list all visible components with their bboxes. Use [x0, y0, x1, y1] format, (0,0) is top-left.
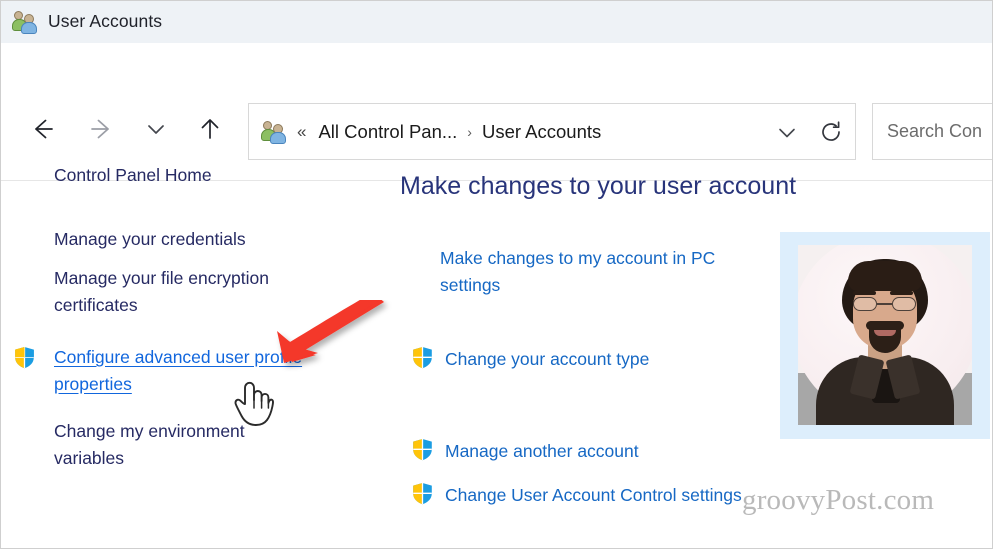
arrow-right-icon	[91, 119, 109, 139]
window-title-bar: User Accounts	[0, 0, 993, 43]
avatar	[798, 245, 972, 425]
sidebar: Control Panel Home Manage your credentia…	[0, 150, 390, 549]
avatar-glasses	[852, 297, 918, 311]
main-link-label: Change your account type	[445, 349, 650, 369]
sidebar-item-label: Change my environment variables	[54, 421, 245, 468]
shield-icon	[412, 346, 433, 374]
watermark: groovyPost.com	[742, 484, 935, 516]
sidebar-item-label: Manage your file encryption certificates	[54, 268, 269, 315]
main-link-label: Make changes to my account in PC setting…	[440, 248, 716, 295]
forward-button[interactable]	[84, 111, 120, 147]
sidebar-item-control-panel-home[interactable]: Control Panel Home	[54, 162, 212, 189]
link-change-your-account-type[interactable]: Change your account type	[412, 346, 649, 374]
arrow-left-icon	[35, 119, 53, 139]
users-icon	[12, 10, 38, 34]
shield-icon	[14, 346, 35, 374]
recent-locations-button[interactable]	[138, 111, 174, 147]
window-title: User Accounts	[48, 11, 163, 31]
sidebar-item-manage-your-credentials[interactable]: Manage your credentials	[54, 226, 246, 253]
link-manage-another-account[interactable]: Manage another account	[412, 438, 639, 466]
account-picture-frame	[780, 232, 990, 439]
refresh-icon	[822, 120, 840, 141]
breadcrumb-item-all-control-panel[interactable]: All Control Pan...	[318, 121, 457, 143]
avatar-mouth	[874, 330, 896, 336]
up-button[interactable]	[192, 111, 228, 147]
chevron-down-icon	[779, 128, 795, 137]
chevron-down-icon	[148, 125, 164, 134]
sidebar-item-label: Control Panel Home	[54, 165, 212, 185]
sidebar-item-label: Configure advanced user profile properti…	[54, 347, 303, 394]
avatar-eyebrow-left	[853, 291, 876, 295]
breadcrumb-separator-icon[interactable]: ›	[467, 124, 472, 140]
arrow-up-icon	[201, 119, 219, 139]
avatar-mustache	[866, 321, 904, 330]
sidebar-item-label: Manage your credentials	[54, 229, 246, 249]
page-title: Make changes to your user account	[400, 172, 797, 200]
address-users-icon	[261, 120, 287, 144]
shield-icon	[412, 438, 433, 466]
refresh-button[interactable]	[807, 112, 855, 152]
sidebar-item-manage-file-encryption-certificates[interactable]: Manage your file encryption certificates	[54, 265, 304, 319]
breadcrumb-item-user-accounts[interactable]: User Accounts	[482, 121, 601, 143]
search-input[interactable]: Search Con	[887, 121, 982, 142]
control-panel-window: User Accounts « All Control Pan... › Use…	[0, 0, 993, 549]
avatar-eyebrow-right	[890, 291, 913, 295]
navigation-toolbar: « All Control Pan... › User Accounts Sea…	[0, 43, 993, 181]
shield-icon	[412, 482, 433, 510]
address-dropdown-button[interactable]	[767, 112, 807, 152]
main-link-label: Manage another account	[445, 441, 639, 461]
sidebar-item-configure-advanced-user-profile-properties[interactable]: Configure advanced user profile properti…	[54, 344, 304, 398]
link-make-changes-in-pc-settings[interactable]: Make changes to my account in PC setting…	[440, 245, 770, 299]
sidebar-item-change-my-environment-variables[interactable]: Change my environment variables	[54, 418, 304, 472]
avatar-hair-front	[848, 261, 922, 291]
breadcrumb-overflow-marker[interactable]: «	[297, 122, 306, 142]
main-link-label: Change User Account Control settings	[445, 485, 742, 505]
back-button[interactable]	[24, 111, 60, 147]
link-change-user-account-control-settings[interactable]: Change User Account Control settings	[412, 482, 752, 510]
